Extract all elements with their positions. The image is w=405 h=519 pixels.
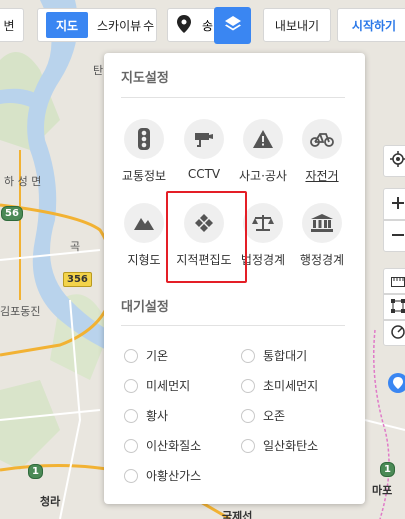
road-number-badge: 1 [380,462,395,477]
layer-admin-boundary[interactable]: 행정경계 [282,203,362,277]
air-option-label: 오존 [263,409,286,423]
map-type-toggle: 지도 스카이뷰 수 [37,8,157,42]
road-number-badge: 56 [1,206,23,221]
radio-button[interactable] [241,348,255,363]
layer-bicycle[interactable]: 자전거 [282,119,362,193]
radio-button[interactable] [241,438,255,453]
map-place-label: 김포동진 [0,305,41,318]
radio-button[interactable] [124,438,138,453]
divider [121,97,345,98]
radio-button[interactable] [241,378,255,393]
mountain-icon [124,203,164,243]
air-option-pm10[interactable]: 미세먼지 [124,377,190,394]
layers-icon [223,14,243,38]
road-number-badge: 356 [63,272,92,287]
map-place-label: 하 성 면 [4,175,42,188]
traffic-light-icon [124,119,164,159]
air-option-label: 기온 [146,349,169,363]
pin-button-label: 송 [202,18,214,33]
tab-skyview[interactable]: 스카이뷰 [97,17,141,34]
area-measure-icon [391,298,405,317]
plus-icon [391,195,405,214]
radio-button[interactable] [124,468,138,483]
air-option-temperature[interactable]: 기온 [124,347,168,364]
map-place-label: 곡 [70,240,81,253]
air-option-label: 일산화탄소 [263,439,319,453]
air-option-label: 이산화질소 [146,439,202,453]
road-number-badge: 1 [28,464,43,479]
scale-icon [243,203,283,243]
bicycle-icon [302,119,342,159]
air-option-label: 초미세먼지 [263,379,319,393]
highlight-frame [166,191,247,283]
toolbar-overflow-text: 수 [143,18,155,33]
air-settings-title: 대기설정 [121,300,169,315]
export-button[interactable]: 내보내기 [263,8,331,42]
crosshair-icon [390,151,405,171]
radio-button[interactable] [124,378,138,393]
air-option-integrated[interactable]: 통합대기 [241,347,307,364]
map-place-label: 청라 [40,495,61,508]
radio-button[interactable] [241,408,255,423]
air-option-label: 아황산가스 [146,469,202,483]
place-marker-button[interactable] [388,373,405,393]
air-option-no2[interactable]: 이산화질소 [124,437,201,454]
radio-button[interactable] [124,408,138,423]
minus-icon [391,227,405,246]
zoom-in-button[interactable] [383,188,405,220]
zoom-out-button[interactable] [383,220,405,252]
air-option-ozone[interactable]: 오존 [241,407,285,424]
air-option-yellow-dust[interactable]: 황사 [124,407,168,424]
current-location-button[interactable] [383,145,405,177]
edge-button-label: 변 [3,18,15,33]
air-option-label: 통합대기 [263,349,308,363]
air-option-co[interactable]: 일산화탄소 [241,437,318,454]
layer-label: 자전거 [305,169,339,183]
map-pin-icon [393,374,403,393]
air-option-pm25[interactable]: 초미세먼지 [241,377,318,394]
map-pin-icon [177,14,191,36]
air-option-label: 미세먼지 [146,379,191,393]
map-place-label: 마포 [372,484,393,497]
area-tool-button[interactable] [383,294,405,320]
start-button[interactable]: 시작하기 [337,8,405,42]
air-option-label: 황사 [146,409,169,423]
map-settings-title: 지도설정 [121,71,169,86]
cctv-camera-icon [184,119,224,159]
ruler-tool-button[interactable] [383,268,405,294]
air-option-so2[interactable]: 아황산가스 [124,467,201,484]
compass-icon [391,324,405,343]
warning-icon [243,119,283,159]
edge-button[interactable]: 변 [0,8,24,42]
layer-label: 행정경계 [299,253,345,267]
map-place-label: 탄 [93,64,104,77]
layers-button[interactable] [214,7,251,44]
tab-map[interactable]: 지도 [46,12,88,38]
radius-tool-button[interactable] [383,320,405,346]
start-button-label: 시작하기 [351,18,397,33]
divider [121,325,345,326]
map-place-label: 국제선 [222,510,253,519]
export-button-label: 내보내기 [274,18,320,33]
radio-button[interactable] [124,348,138,363]
government-building-icon [302,203,342,243]
ruler-icon [391,272,405,291]
